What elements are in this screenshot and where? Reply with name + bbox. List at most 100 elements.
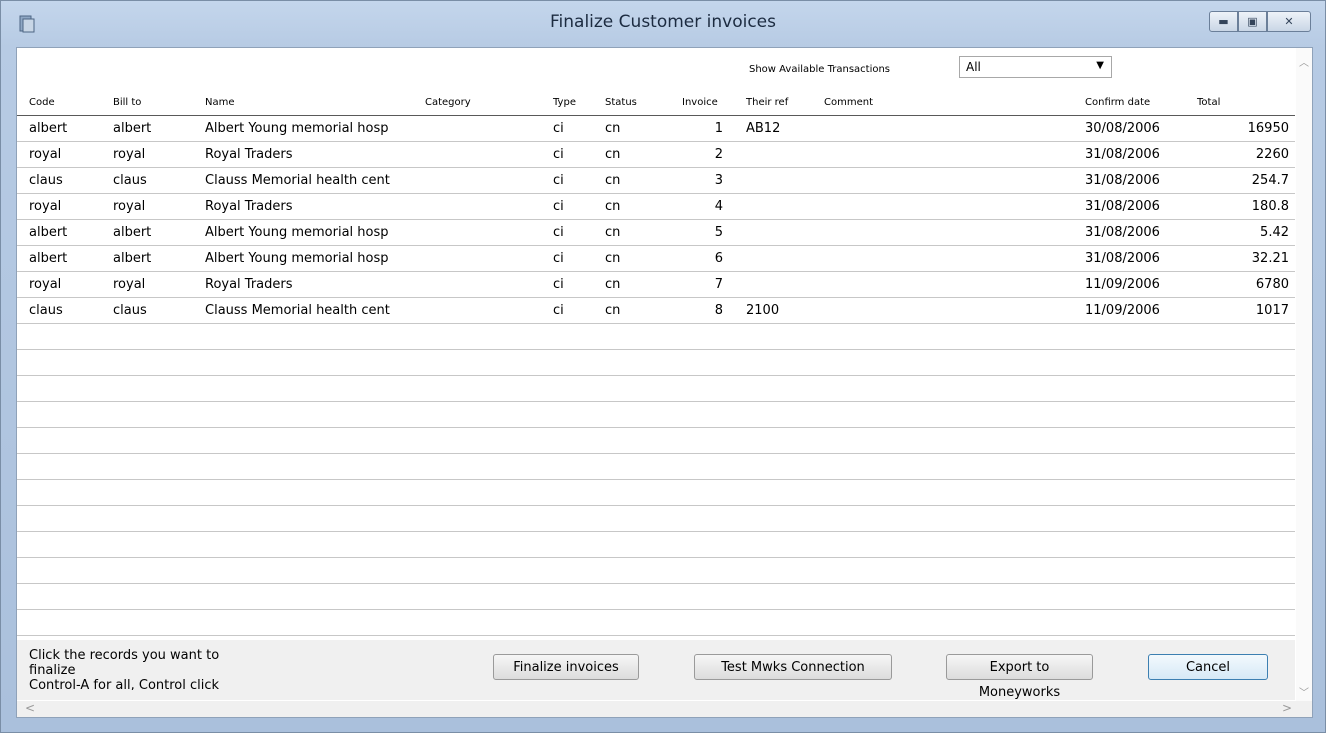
col-invoice[interactable]: Invoice [682,97,718,108]
window: Finalize Customer invoices ▬ ▣ ✕ Show Av… [0,0,1326,733]
cell-code: claus [29,173,63,188]
cell-confirm-date: 11/09/2006 [1085,303,1160,318]
cell-status: cn [605,303,621,318]
empty-row [17,324,1295,350]
cell-confirm-date: 30/08/2006 [1085,121,1160,136]
table-row[interactable]: claus claus Clauss Memorial health cent ci c… [17,168,1295,194]
cell-total: 180.8 [1251,199,1289,214]
cell-total: 2260 [1255,147,1289,162]
cell-name: Royal Traders [205,199,293,214]
cell-bill-to: albert [113,225,152,240]
cell-status: cn [605,225,621,240]
chevron-down-icon: ▼ [1096,60,1104,71]
cell-invoice: 8 [714,303,723,318]
empty-row [17,532,1295,558]
client-area: Show Available Transactions All ▼ Code B… [16,47,1313,718]
cell-confirm-date: 31/08/2006 [1085,199,1160,214]
cell-name: Royal Traders [205,277,293,292]
vertical-scrollbar[interactable]: ︿ ﹀ [1296,48,1312,701]
cell-total: 254.7 [1251,173,1289,188]
maximize-icon: ▣ [1247,15,1258,28]
cell-bill-to: albert [113,251,152,266]
empty-row [17,610,1295,636]
cell-name: Albert Young memorial hosp [205,251,389,266]
table-row[interactable]: royal royal Royal Traders ci cn 4 31/08/2006 18… [17,194,1295,220]
cell-code: albert [29,225,68,240]
scroll-up-icon[interactable]: ︿ [1299,54,1309,69]
scroll-right-icon[interactable]: > [1282,701,1292,715]
cell-code: albert [29,251,68,266]
cell-status: cn [605,251,621,266]
minimize-button[interactable]: ▬ [1209,11,1238,32]
cell-bill-to: royal [113,199,146,214]
table-row[interactable]: royal royal Royal Traders ci cn 2 31/08/2006 22… [17,142,1295,168]
table-row[interactable]: albert albert Albert Young memorial hosp ci… [17,220,1295,246]
col-total[interactable]: Total [1197,97,1220,108]
col-code[interactable]: Code [29,97,55,108]
close-icon: ✕ [1284,15,1294,28]
cell-type: ci [553,251,564,266]
cell-name: Clauss Memorial health cent [205,303,390,318]
cancel-button[interactable]: Cancel [1148,654,1268,680]
horizontal-scrollbar[interactable]: < > [17,701,1312,717]
cell-total: 5.42 [1260,225,1289,240]
cell-confirm-date: 31/08/2006 [1085,173,1160,188]
cell-type: ci [553,277,564,292]
filter-value: All [966,60,981,74]
col-status[interactable]: Status [605,97,637,108]
cell-type: ci [553,147,564,162]
cell-type: ci [553,303,564,318]
minimize-icon: ▬ [1218,15,1229,28]
export-button[interactable]: Export to Moneyworks [946,654,1093,700]
table-row[interactable]: royal royal Royal Traders ci cn 7 11/09/2006 67… [17,272,1295,298]
col-name[interactable]: Name [205,97,235,108]
cell-bill-to: claus [113,303,147,318]
cell-their-ref: 2100 [746,303,780,318]
filter-label: Show Available Transactions [749,64,891,75]
maximize-button[interactable]: ▣ [1238,11,1267,32]
test-connection-button[interactable]: Test Mwks Connection [694,654,892,680]
col-type[interactable]: Type [553,97,576,108]
transactions-filter-select[interactable]: All ▼ [959,56,1112,78]
col-comment[interactable]: Comment [824,97,873,108]
cell-bill-to: claus [113,173,147,188]
title-bar[interactable]: Finalize Customer invoices ▬ ▣ ✕ [1,1,1325,47]
cell-status: cn [605,147,621,162]
cell-bill-to: royal [113,147,146,162]
cell-status: cn [605,199,621,214]
empty-row [17,428,1295,454]
cell-status: cn [605,277,621,292]
col-category[interactable]: Category [425,97,471,108]
cell-confirm-date: 11/09/2006 [1085,277,1160,292]
empty-row [17,480,1295,506]
finalize-invoices-button[interactable]: Finalize invoices [493,654,639,680]
cell-confirm-date: 31/08/2006 [1085,147,1160,162]
col-confirm-date[interactable]: Confirm date [1085,97,1150,108]
cell-invoice: 7 [714,277,723,292]
table-row[interactable]: claus claus Clauss Memorial health cent ci c… [17,298,1295,324]
col-bill-to[interactable]: Bill to [113,97,141,108]
table-row[interactable]: albert albert Albert Young memorial hosp ci… [17,246,1295,272]
empty-row [17,558,1295,584]
footer-bar: Click the records you want to finalize C… [17,640,1295,700]
close-button[interactable]: ✕ [1267,11,1311,32]
col-their-ref[interactable]: Their ref [746,97,788,108]
table-row[interactable]: albert albert Albert Young memorial hosp ci… [17,116,1295,142]
cell-total: 32.21 [1251,251,1289,266]
empty-row [17,376,1295,402]
cell-name: Clauss Memorial health cent [205,173,390,188]
scroll-left-icon[interactable]: < [25,701,35,715]
cell-code: royal [29,277,62,292]
scroll-down-icon[interactable]: ﹀ [1299,684,1309,699]
cell-their-ref: AB12 [746,121,781,136]
cell-invoice: 4 [714,199,723,214]
window-title: Finalize Customer invoices [549,12,776,32]
empty-row [17,402,1295,428]
cell-bill-to: albert [113,121,152,136]
cell-total: 1017 [1255,303,1289,318]
empty-row [17,454,1295,480]
empty-row [17,350,1295,376]
cell-type: ci [553,225,564,240]
cell-invoice: 3 [714,173,723,188]
cell-type: ci [553,199,564,214]
